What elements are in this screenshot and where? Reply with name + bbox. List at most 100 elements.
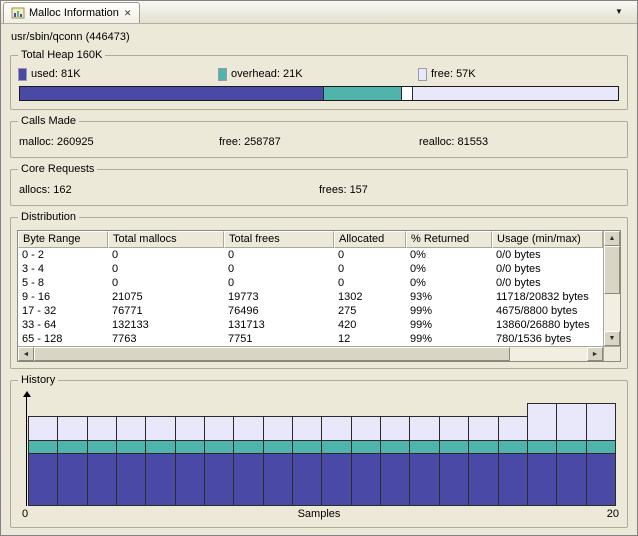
history-segment-overhead [292,440,322,454]
heap-segment-used [20,87,323,100]
history-segment-free [233,416,263,441]
history-segment-used [145,453,175,506]
history-bar [87,416,117,506]
table-cell: 65 - 128 [18,333,108,345]
table-cell: 21075 [108,291,224,303]
scroll-left-button[interactable]: ◄ [18,347,34,361]
table-cell: 13860/26880 bytes [492,319,603,331]
horizontal-scroll-thumb[interactable] [34,347,510,361]
history-bar [498,416,528,506]
tab-title: Malloc Information [29,7,119,19]
y-axis [26,396,27,506]
free-swatch-icon [419,69,426,80]
column-header-byte-range[interactable]: Byte Range [18,231,108,248]
table-row[interactable]: 17 - 32767717649627599%4675/8800 bytes [18,304,603,318]
scroll-right-button[interactable]: ► [587,347,603,361]
history-segment-free [586,403,616,441]
table-cell: 76771 [108,305,224,317]
close-icon[interactable]: ✕ [123,8,133,19]
x-max-label: 20 [607,508,619,520]
scroll-up-button[interactable]: ▲ [604,231,620,246]
table-cell: 9 - 16 [18,291,108,303]
table-cell: 1302 [334,291,406,303]
table-cell: 0/0 bytes [492,277,603,289]
frees-count: frees: 157 [319,184,619,196]
chevron-down-icon: ▼ [615,7,623,16]
history-segment-overhead [145,440,175,454]
y-axis-arrow-icon [23,391,31,397]
table-row[interactable]: 65 - 128776377511299%780/1536 bytes [18,332,603,346]
history-segment-used [233,453,263,506]
history-segment-used [351,453,381,506]
table-cell: 7763 [108,333,224,345]
heap-segment-gap [401,87,412,100]
allocs-count: allocs: 162 [19,184,319,196]
history-segment-overhead [527,440,557,454]
table-cell: 5 - 8 [18,277,108,289]
legend-overhead: overhead: 21K [219,68,419,80]
column-header-total-mallocs[interactable]: Total mallocs [108,231,224,248]
scroll-down-button[interactable]: ▼ [604,331,620,346]
view-menu-button[interactable]: ▼ [609,4,629,19]
overhead-swatch-icon [219,69,226,80]
table-row[interactable]: 9 - 162107519773130293%11718/20832 bytes [18,290,603,304]
calls-made-row: malloc: 260925 free: 258787 realloc: 815… [19,134,619,149]
distribution-table-main: Byte Range Total mallocs Total frees All… [18,231,603,346]
history-segment-used [409,453,439,506]
table-cell: 99% [406,305,492,317]
table-row[interactable]: 3 - 40000%0/0 bytes [18,262,603,276]
x-axis-labels: 0 Samples 20 [19,508,619,523]
table-cell: 12 [334,333,406,345]
core-requests-group: Core Requests allocs: 162 frees: 157 [10,169,628,206]
history-bar [175,416,205,506]
table-cell: 0 [334,263,406,275]
history-bar [439,416,469,506]
column-header-allocated[interactable]: Allocated [334,231,406,248]
history-bar [351,416,381,506]
horizontal-scroll-track[interactable] [34,347,587,361]
history-segment-used [586,453,616,506]
history-segment-free [498,416,528,441]
history-segment-free [116,416,146,441]
history-segment-free [351,416,381,441]
history-segment-used [263,453,293,506]
history-chart [19,393,619,506]
core-requests-title: Core Requests [18,163,97,175]
history-bar [321,416,351,506]
table-row[interactable]: 0 - 20000%0/0 bytes [18,248,603,262]
scroll-up-icon: ▲ [609,235,616,242]
table-header: Byte Range Total mallocs Total frees All… [18,231,603,248]
history-segment-used [498,453,528,506]
column-header-total-frees[interactable]: Total frees [224,231,334,248]
horizontal-scrollbar[interactable]: ◄ ► [17,346,621,362]
history-segment-used [321,453,351,506]
table-row[interactable]: 5 - 80000%0/0 bytes [18,276,603,290]
tab-malloc-information[interactable]: Malloc Information ✕ [3,2,140,23]
table-cell: 99% [406,319,492,331]
table-cell: 0 [224,249,334,261]
vertical-scroll-thumb[interactable] [604,246,620,294]
vertical-scrollbar[interactable]: ▲ ▼ [603,231,620,346]
history-segment-free [468,416,498,441]
table-cell: 131713 [224,319,334,331]
column-header-percent-returned[interactable]: % Returned [406,231,492,248]
table-row[interactable]: 33 - 6413213313171342099%13860/26880 byt… [18,318,603,332]
table-cell: 0% [406,277,492,289]
column-header-usage[interactable]: Usage (min/max) [492,231,603,248]
legend-free-label: free: 57K [431,68,476,80]
table-cell: 99% [406,333,492,345]
history-segment-overhead [586,440,616,454]
history-segment-overhead [175,440,205,454]
legend-used: used: 81K [19,68,219,80]
history-bar [586,403,616,506]
table-cell: 4675/8800 bytes [492,305,603,317]
history-bar [556,403,586,506]
history-segment-used [292,453,322,506]
history-bars [28,403,616,506]
history-segment-used [527,453,557,506]
calls-made-title: Calls Made [18,115,79,127]
vertical-scroll-track[interactable] [604,246,620,331]
heap-segment-free [412,87,618,100]
history-segment-used [87,453,117,506]
table-cell: 0/0 bytes [492,263,603,275]
